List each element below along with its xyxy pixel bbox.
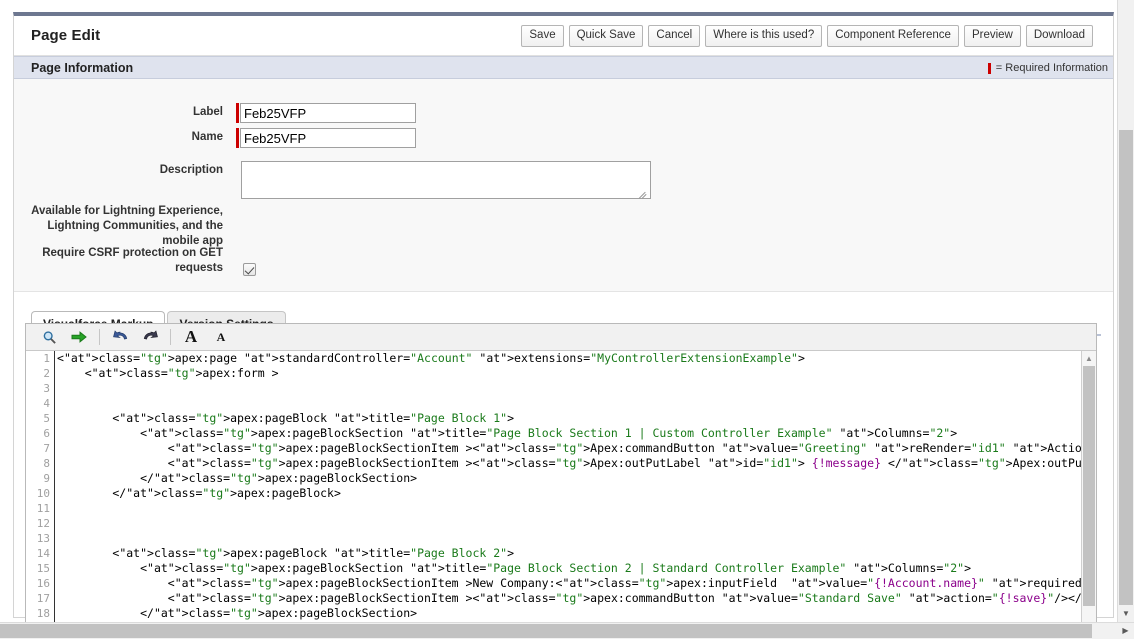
visualforce-code-editor: A A 1 2 3 4 5 6 7 8 9 10 11 12 13 14 15 16 17 18 <"at">cl… [25, 323, 1097, 623]
code-line: <"at">class="tg">apex:pageBlockSection "… [57, 561, 972, 575]
line-number: 13 [36, 532, 50, 545]
toolbar-separator [99, 329, 100, 345]
line-number: 4 [43, 397, 50, 410]
line-number: 12 [36, 517, 50, 530]
label-field-label: Label [192, 106, 223, 118]
go-arrow-icon[interactable] [64, 326, 94, 348]
code-line: <"at">class="tg">apex:pageBlock "at">tit… [57, 546, 515, 560]
required-legend-text: = Required Information [995, 62, 1108, 74]
line-number: 6 [43, 427, 50, 440]
page-information-title: Page Information [31, 61, 134, 75]
code-line: <"at">class="tg">apex:page "at">standard… [57, 351, 805, 365]
scroll-down-arrow-icon[interactable]: ▼ [1118, 605, 1134, 622]
line-number: 9 [43, 472, 50, 485]
code-line: <"at">class="tg">apex:form > [57, 366, 279, 380]
line-number: 5 [43, 412, 50, 425]
page-scroll-thumb[interactable] [1119, 130, 1133, 605]
panel-header: Page Edit Save Quick Save Cancel Where i… [14, 16, 1113, 56]
page-hscroll-thumb[interactable] [0, 624, 1092, 638]
save-button[interactable]: Save [521, 25, 564, 47]
toolbar-separator [170, 329, 171, 345]
line-number-gutter: 1 2 3 4 5 6 7 8 9 10 11 12 13 14 15 16 17 18 [26, 351, 55, 622]
scroll-right-arrow-icon[interactable]: ▶ [1117, 623, 1134, 639]
lightning-field-label: Available for Lightning Experience, Ligh… [31, 205, 223, 247]
code-line: <"at">class="tg">apex:pageBlockSectionIt… [57, 441, 1096, 455]
label-required-marker [236, 103, 239, 123]
line-number: 18 [36, 607, 50, 620]
editor-vertical-scrollbar[interactable]: ▲ [1081, 351, 1096, 622]
code-line: </"at">class="tg">apex:pageBlock> [57, 486, 341, 500]
line-number: 15 [36, 562, 50, 575]
name-field-label: Name [191, 131, 223, 143]
line-number: 3 [43, 382, 50, 395]
code-line: <"at">class="tg">apex:pageBlockSectionIt… [57, 576, 1096, 590]
component-reference-button[interactable]: Component Reference [827, 25, 959, 47]
code-line: <"at">class="tg">apex:pageBlock "at">tit… [57, 411, 515, 425]
line-number: 17 [36, 592, 50, 605]
preview-button[interactable]: Preview [963, 25, 1021, 47]
code-line: <"at">class="tg">apex:pageBlockSectionIt… [57, 456, 1096, 470]
page-root: Page Edit Save Quick Save Cancel Where i… [0, 0, 1134, 639]
quick-save-button[interactable]: Quick Save [568, 25, 644, 47]
required-information-legend: = Required Information [987, 62, 1108, 74]
page-horizontal-scrollbar[interactable]: ▶ [0, 622, 1134, 639]
page-information-header: Page Information = Required Information [14, 56, 1113, 79]
action-button-row: Save Quick Save Cancel Where is this use… [521, 25, 1093, 47]
csrf-field-label: Require CSRF protection on GET requests [42, 247, 223, 274]
code-line: </"at">class="tg">apex:pageBlockSection> [57, 606, 418, 620]
line-number: 1 [43, 352, 50, 365]
name-input[interactable] [240, 128, 416, 148]
code-line: </"at">class="tg">apex:pageBlockSection> [57, 471, 418, 485]
download-button[interactable]: Download [1025, 25, 1093, 47]
scroll-up-arrow-icon[interactable]: ▲ [1082, 351, 1096, 365]
line-number: 16 [36, 577, 50, 590]
name-required-marker [236, 128, 239, 148]
line-number: 8 [43, 457, 50, 470]
undo-icon[interactable] [105, 326, 135, 348]
page-title: Page Edit [31, 27, 101, 44]
required-marker-icon [987, 62, 991, 74]
search-icon[interactable] [34, 326, 64, 348]
where-is-this-used-button[interactable]: Where is this used? [705, 25, 823, 47]
editor-scroll-thumb[interactable] [1083, 366, 1095, 606]
description-textarea[interactable] [241, 161, 651, 199]
lightning-checkbox[interactable] [243, 263, 256, 276]
code-area[interactable]: 1 2 3 4 5 6 7 8 9 10 11 12 13 14 15 16 17 18 <"at">class=… [26, 351, 1096, 622]
cancel-button[interactable]: Cancel [648, 25, 701, 47]
redo-icon[interactable] [135, 326, 165, 348]
description-field-label: Description [159, 164, 223, 176]
line-number: 10 [36, 487, 50, 500]
page-information-form: Label Name Description Av [14, 79, 1113, 360]
page-vertical-scrollbar[interactable]: ▼ [1117, 0, 1134, 622]
code-line: <"at">class="tg">apex:pageBlockSectionIt… [57, 591, 1096, 605]
line-number: 7 [43, 442, 50, 455]
line-number: 2 [43, 367, 50, 380]
editor-toolbar: A A [26, 324, 1096, 351]
code-line: <"at">class="tg">apex:pageBlockSection "… [57, 426, 958, 440]
line-number: 11 [36, 502, 50, 515]
code-content[interactable]: <"at">class="tg">apex:page "at">standard… [57, 351, 1096, 622]
line-number: 14 [36, 547, 50, 560]
label-input[interactable] [240, 103, 416, 123]
decrease-font-size-icon[interactable]: A [206, 326, 236, 348]
increase-font-size-icon[interactable]: A [176, 326, 206, 348]
